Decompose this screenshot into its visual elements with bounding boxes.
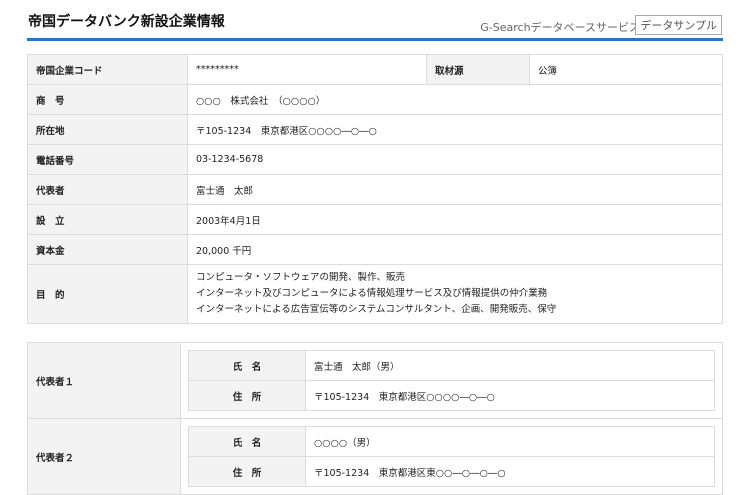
table-row: 資本金 20,000 千円 bbox=[27, 234, 723, 265]
purpose-line: インターネット及びコンピュータによる情報処理サービス及び情報提供の仲介業務 bbox=[196, 288, 548, 299]
rep2-addr-label: 住 所 bbox=[188, 456, 306, 487]
phone-value: 03-1234-5678 bbox=[187, 144, 723, 175]
code-value: ********* bbox=[187, 54, 427, 85]
purpose-line: インターネットによる広告宣伝等のシステムコンサルタント、企画、開発販売、保守 bbox=[196, 304, 557, 315]
address-value: 〒105-1234 東京都港区○○○○―○―○ bbox=[187, 114, 723, 145]
name-label: 商 号 bbox=[27, 84, 188, 115]
rep2-addr-value: 〒105-1234 東京都港区東○○―○―○―○ bbox=[305, 456, 715, 487]
rep2-details: 氏 名 ○○○○（男） 住 所 〒105-1234 東京都港区東○○―○―○―○ bbox=[180, 418, 723, 495]
rep1-details: 氏 名 富士通 太郎（男） 住 所 〒105-1234 東京都港区○○○○―○―… bbox=[180, 342, 723, 419]
purpose-label: 目 的 bbox=[27, 264, 188, 324]
table-row: 帝国企業コード ********* 取材源 公簿 bbox=[27, 54, 723, 85]
rep1-name-label: 氏 名 bbox=[188, 350, 306, 381]
rep1-name-value: 富士通 太郎（男） bbox=[305, 350, 715, 381]
capital-label: 資本金 bbox=[27, 234, 188, 265]
rep2-name-value: ○○○○（男） bbox=[305, 426, 715, 457]
table-row: 住 所 〒105-1234 東京都港区東○○―○―○―○ bbox=[188, 456, 715, 487]
source-label: 取材源 bbox=[426, 54, 530, 85]
rep2-inner-table: 氏 名 ○○○○（男） 住 所 〒105-1234 東京都港区東○○―○―○―○ bbox=[188, 426, 715, 487]
rep-label: 代表者 bbox=[27, 174, 188, 205]
table-row: 氏 名 富士通 太郎（男） bbox=[188, 350, 715, 381]
address-label: 所在地 bbox=[27, 114, 188, 145]
est-value: 2003年4月1日 bbox=[187, 204, 723, 235]
table-row: 代表者２ 氏 名 ○○○○（男） 住 所 〒105-1234 東京都港区東○○―… bbox=[27, 418, 723, 495]
table-row: 氏 名 ○○○○（男） bbox=[188, 426, 715, 457]
phone-label: 電話番号 bbox=[27, 144, 188, 175]
service-brand: G-Searchデータベースサービス bbox=[480, 21, 640, 34]
table-row: 所在地 〒105-1234 東京都港区○○○○―○―○ bbox=[27, 114, 723, 145]
purpose-line: コンピュータ・ソフトウェアの開発、製作、販売 bbox=[196, 272, 406, 283]
page-header: 帝国データバンク新設企業情報 G-Searchデータベースサービス データサンプ… bbox=[0, 0, 750, 42]
source-value: 公簿 bbox=[529, 54, 723, 85]
company-info-table: 帝国企業コード ********* 取材源 公簿 商 号 ○○○ 株式会社 （○… bbox=[27, 54, 723, 324]
rep2-name-label: 氏 名 bbox=[188, 426, 306, 457]
rep2-label: 代表者２ bbox=[27, 418, 181, 495]
table-row: 電話番号 03-1234-5678 bbox=[27, 144, 723, 175]
table-row: 代表者 富士通 太郎 bbox=[27, 174, 723, 205]
rep1-addr-label: 住 所 bbox=[188, 380, 306, 411]
header-divider bbox=[27, 38, 723, 41]
table-row: 代表者１ 氏 名 富士通 太郎（男） 住 所 〒105-1234 東京都港区○○… bbox=[27, 342, 723, 419]
rep1-label: 代表者１ bbox=[27, 342, 181, 419]
rep-value: 富士通 太郎 bbox=[187, 174, 723, 205]
sample-badge: データサンプル bbox=[635, 15, 722, 35]
name-value: ○○○ 株式会社 （○○○○） bbox=[187, 84, 723, 115]
table-row: 住 所 〒105-1234 東京都港区○○○○―○―○ bbox=[188, 380, 715, 411]
code-label: 帝国企業コード bbox=[27, 54, 188, 85]
rep1-inner-table: 氏 名 富士通 太郎（男） 住 所 〒105-1234 東京都港区○○○○―○―… bbox=[188, 350, 715, 411]
capital-value: 20,000 千円 bbox=[187, 234, 723, 265]
representatives-table: 代表者１ 氏 名 富士通 太郎（男） 住 所 〒105-1234 東京都港区○○… bbox=[27, 342, 723, 495]
rep1-addr-value: 〒105-1234 東京都港区○○○○―○―○ bbox=[305, 380, 715, 411]
table-row: 目 的 コンピュータ・ソフトウェアの開発、製作、販売 インターネット及びコンピュ… bbox=[27, 264, 723, 324]
purpose-value: コンピュータ・ソフトウェアの開発、製作、販売 インターネット及びコンピュータによ… bbox=[187, 264, 723, 324]
table-row: 商 号 ○○○ 株式会社 （○○○○） bbox=[27, 84, 723, 115]
table-row: 設 立 2003年4月1日 bbox=[27, 204, 723, 235]
page-title: 帝国データバンク新設企業情報 bbox=[28, 14, 225, 30]
est-label: 設 立 bbox=[27, 204, 188, 235]
